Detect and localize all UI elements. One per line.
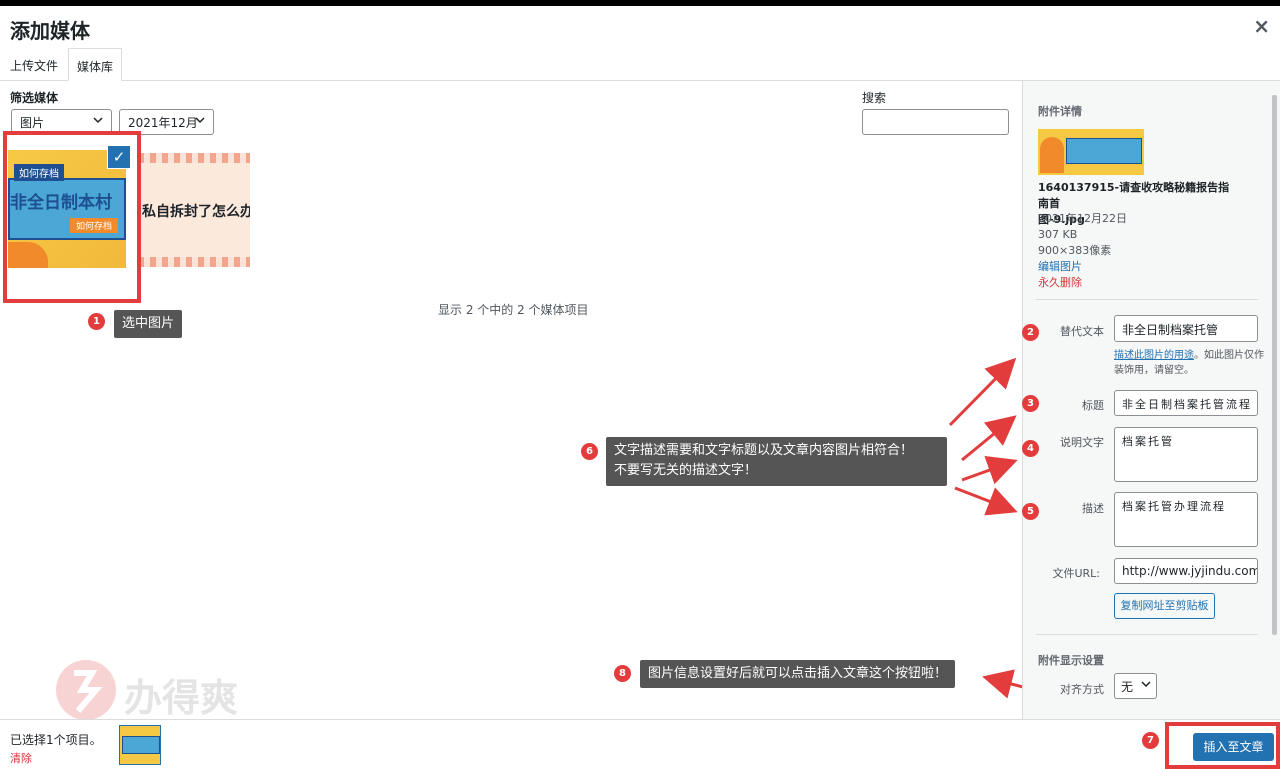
file-url-label: 文件URL: (1052, 567, 1100, 580)
attachment-size: 307 KB (1038, 228, 1078, 241)
clear-selection-link[interactable]: 清除 (10, 750, 32, 766)
edit-image-link[interactable]: 编辑图片 (1038, 259, 1082, 275)
caption-textarea[interactable]: 档案托管 (1114, 427, 1258, 482)
alignment-label: 对齐方式 (1060, 683, 1104, 696)
preview-figure (1040, 137, 1064, 173)
title-input[interactable]: 非全日制档案托管流程 (1114, 390, 1258, 416)
modal-footer (0, 719, 1280, 769)
arrow-to-alt (948, 357, 1017, 427)
display-settings-heading: 附件显示设置 (1038, 654, 1104, 667)
copy-url-button[interactable]: 复制网址至剪贴板 (1114, 593, 1215, 619)
sidebar-divider (1036, 634, 1258, 635)
chevron-down-icon (1141, 678, 1151, 692)
description-label: 描述 (1082, 502, 1104, 515)
attachment-preview-image (1038, 129, 1144, 175)
sidebar-scrollbar[interactable] (1272, 95, 1277, 635)
arrow-to-description (954, 486, 1018, 516)
alt-text-input[interactable]: 非全日制档案托管 (1114, 315, 1258, 342)
alignment-value: 无 (1121, 680, 1134, 694)
preview-panel (1066, 138, 1142, 164)
arrow-to-caption (961, 456, 1018, 485)
attachment-date: 2021年12月22日 (1038, 212, 1127, 225)
annotation-marker-7: 7 (1142, 732, 1159, 749)
attachment-details-heading: 附件详情 (1038, 105, 1082, 118)
insert-into-post-button[interactable]: 插入至文章 (1193, 733, 1274, 761)
title-label: 标题 (1082, 399, 1104, 412)
mini-panel (122, 736, 160, 754)
alt-help-link[interactable]: 描述此图片的用途 (1114, 350, 1194, 361)
caption-label: 说明文字 (1060, 436, 1104, 449)
attachment-filename-line1: 1640137915-请查收攻略秘籍报告指南首 (1038, 181, 1230, 210)
sidebar-divider (1036, 299, 1258, 300)
selected-thumbnail[interactable] (119, 725, 161, 765)
alignment-select[interactable]: 无 (1114, 673, 1157, 699)
selection-count: 已选择1个项目。 (10, 733, 102, 747)
delete-permanently-link[interactable]: 永久删除 (1038, 275, 1082, 291)
file-url-input[interactable]: http://www.jyjindu.com/w (1114, 558, 1258, 584)
arrow-to-title (961, 415, 1017, 462)
alt-text-help: 描述此图片的用途。如此图片仅作装饰用，请留空。 (1114, 348, 1264, 378)
alt-text-label: 替代文本 (1060, 325, 1104, 338)
description-textarea[interactable]: 档案托管办理流程 (1114, 492, 1258, 547)
attachment-dimensions: 900×383像素 (1038, 244, 1112, 257)
